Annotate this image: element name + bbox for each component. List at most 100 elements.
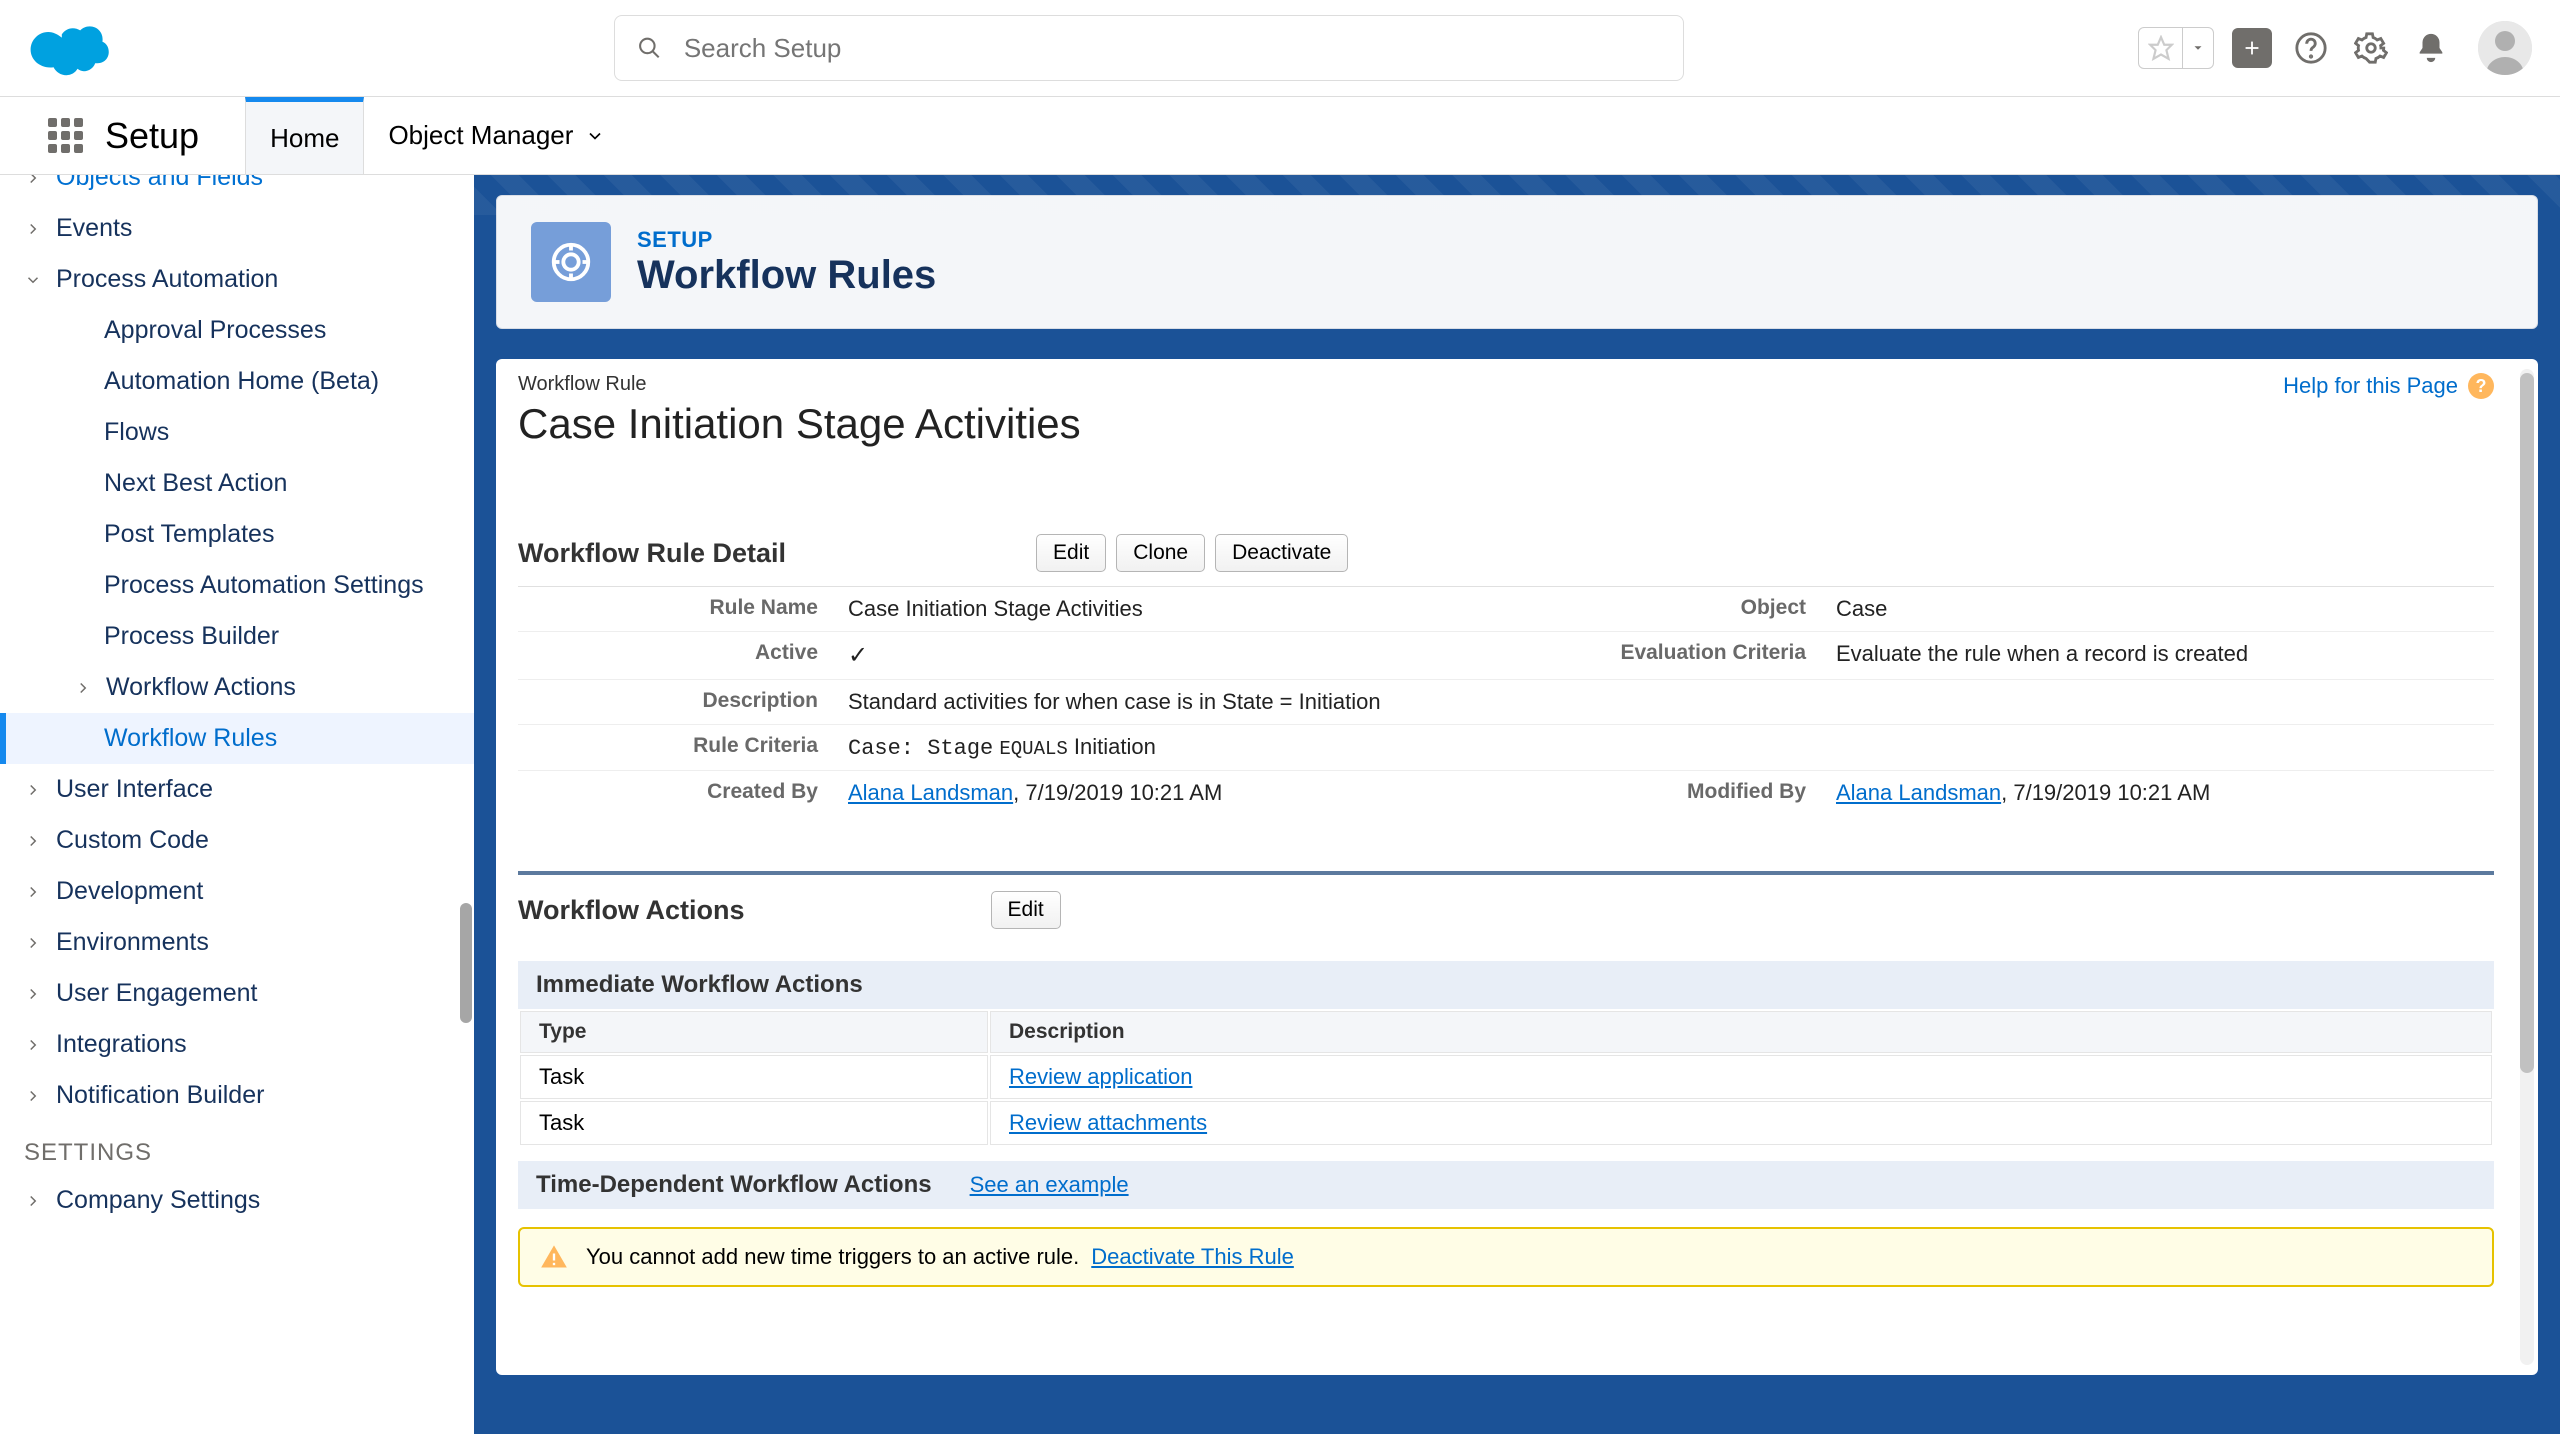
value-rule-criteria: Case: Stage EQUALS Initiation <box>848 734 2494 761</box>
value-object: Case <box>1836 596 2494 622</box>
chevron-right-icon <box>24 1192 42 1210</box>
search-icon <box>637 35 662 61</box>
chevron-right-icon <box>24 934 42 952</box>
immediate-actions-heading: Immediate Workflow Actions <box>518 961 2494 1009</box>
chevron-right-icon <box>24 832 42 850</box>
sidebar-item-process-automation[interactable]: Process Automation <box>0 254 474 305</box>
sidebar-item-user-interface[interactable]: User Interface <box>0 764 474 815</box>
sidebar-item-integrations[interactable]: Integrations <box>0 1019 474 1070</box>
warning-text: You cannot add new time triggers to an a… <box>586 1244 1079 1270</box>
salesforce-logo[interactable] <box>28 20 110 76</box>
value-active: ✓ <box>848 641 1506 670</box>
label-evaluation-criteria: Evaluation Criteria <box>1506 641 1836 670</box>
label-created-by: Created By <box>518 780 848 806</box>
global-actions-button[interactable] <box>2232 28 2272 68</box>
sidebar-item-pa-settings[interactable]: Process Automation Settings <box>0 560 474 611</box>
workflow-actions-heading: Workflow Actions <box>518 895 745 926</box>
app-nav-bar: Setup Home Object Manager <box>0 97 2560 175</box>
label-rule-name: Rule Name <box>518 596 848 622</box>
help-for-this-page-link[interactable]: Help for this Page ? <box>2283 373 2494 399</box>
sidebar-item-flows[interactable]: Flows <box>0 407 474 458</box>
setup-tree[interactable]: Objects and Fields Events Process Automa… <box>0 175 474 1434</box>
action-type: Task <box>520 1055 988 1099</box>
action-link[interactable]: Review application <box>1009 1064 1192 1089</box>
sidebar-item-custom-code[interactable]: Custom Code <box>0 815 474 866</box>
sidebar-item-next-best-action[interactable]: Next Best Action <box>0 458 474 509</box>
app-name: Setup <box>105 97 199 174</box>
action-type: Task <box>520 1101 988 1145</box>
record-name: Case Initiation Stage Activities <box>518 400 1081 448</box>
global-header <box>0 0 2560 97</box>
app-launcher-icon[interactable] <box>48 97 83 174</box>
value-rule-name: Case Initiation Stage Activities <box>848 596 1506 622</box>
time-dependent-heading: Time-Dependent Workflow Actions See an e… <box>518 1161 2494 1209</box>
sidebar-item-notification-builder[interactable]: Notification Builder <box>0 1070 474 1121</box>
col-type: Type <box>520 1011 988 1053</box>
value-evaluation-criteria: Evaluate the rule when a record is creat… <box>1836 641 2494 670</box>
created-by-user-link[interactable]: Alana Landsman <box>848 780 1013 805</box>
workflow-rules-icon <box>531 222 611 302</box>
sidebar-item-user-engagement[interactable]: User Engagement <box>0 968 474 1019</box>
sidebar-item-post-templates[interactable]: Post Templates <box>0 509 474 560</box>
detail-table: Rule NameCase Initiation Stage Activitie… <box>518 586 2494 815</box>
sidebar-scrollbar[interactable] <box>460 903 472 1023</box>
immediate-actions-table: Type Description Task Review application… <box>518 1009 2494 1147</box>
label-rule-criteria: Rule Criteria <box>518 734 848 761</box>
label-object: Object <box>1506 596 1836 622</box>
notifications-icon[interactable] <box>2410 27 2452 69</box>
table-row: Task Review attachments <box>520 1101 2492 1145</box>
sidebar-item-development[interactable]: Development <box>0 866 474 917</box>
chevron-down-icon <box>24 271 42 289</box>
modified-by-user-link[interactable]: Alana Landsman <box>1836 780 2001 805</box>
content-panel: Workflow Rule Case Initiation Stage Acti… <box>496 359 2538 1375</box>
tab-object-manager[interactable]: Object Manager <box>364 97 629 174</box>
user-avatar[interactable] <box>2478 21 2532 75</box>
edit-actions-button[interactable]: Edit <box>991 891 1061 929</box>
chevron-right-icon <box>24 175 42 187</box>
deactivate-button[interactable]: Deactivate <box>1215 534 1348 572</box>
record-type-label: Workflow Rule <box>518 373 1081 396</box>
action-link[interactable]: Review attachments <box>1009 1110 1207 1135</box>
edit-button[interactable]: Edit <box>1036 534 1106 572</box>
col-description: Description <box>990 1011 2492 1053</box>
chevron-right-icon <box>74 679 92 697</box>
sidebar-item-objects-fields[interactable]: Objects and Fields <box>0 175 474 203</box>
chevron-right-icon <box>24 985 42 1003</box>
value-created-by: Alana Landsman, 7/19/2019 10:21 AM <box>848 780 1506 806</box>
chevron-right-icon <box>24 781 42 799</box>
sidebar-heading-settings: SETTINGS <box>0 1121 474 1175</box>
chevron-right-icon <box>24 883 42 901</box>
deactivate-rule-link[interactable]: Deactivate This Rule <box>1091 1244 1294 1270</box>
sidebar-item-automation-home[interactable]: Automation Home (Beta) <box>0 356 474 407</box>
value-modified-by: Alana Landsman, 7/19/2019 10:21 AM <box>1836 780 2494 806</box>
clone-button[interactable]: Clone <box>1116 534 1205 572</box>
favorites-control[interactable] <box>2138 27 2214 69</box>
sidebar-item-approval-processes[interactable]: Approval Processes <box>0 305 474 356</box>
search-input[interactable] <box>684 33 1661 64</box>
label-modified-by: Modified By <box>1506 780 1836 806</box>
tab-home[interactable]: Home <box>245 97 364 174</box>
see-example-link[interactable]: See an example <box>970 1172 1129 1198</box>
chevron-down-icon <box>585 126 605 146</box>
chevron-right-icon <box>24 1087 42 1105</box>
sidebar-item-process-builder[interactable]: Process Builder <box>0 611 474 662</box>
global-search[interactable] <box>614 15 1684 81</box>
sidebar-item-company-settings[interactable]: Company Settings <box>0 1175 474 1226</box>
setup-gear-icon[interactable] <box>2350 27 2392 69</box>
chevron-right-icon <box>24 1036 42 1054</box>
favorites-dropdown[interactable] <box>2183 28 2213 68</box>
warning-box: You cannot add new time triggers to an a… <box>518 1227 2494 1287</box>
star-icon[interactable] <box>2139 28 2183 68</box>
sidebar-item-workflow-rules[interactable]: Workflow Rules <box>0 713 474 764</box>
label-active: Active <box>518 641 848 670</box>
value-description: Standard activities for when case is in … <box>848 689 2494 715</box>
main-content: SETUP Workflow Rules Workflow Rule Case … <box>474 175 2560 1434</box>
help-icon[interactable] <box>2290 27 2332 69</box>
sidebar-item-workflow-actions[interactable]: Workflow Actions <box>0 662 474 713</box>
label-description: Description <box>518 689 848 715</box>
sidebar-item-environments[interactable]: Environments <box>0 917 474 968</box>
content-scrollbar[interactable] <box>2520 373 2534 1073</box>
table-row: Task Review application <box>520 1055 2492 1099</box>
detail-section-heading: Workflow Rule Detail <box>518 538 786 569</box>
sidebar-item-events[interactable]: Events <box>0 203 474 254</box>
